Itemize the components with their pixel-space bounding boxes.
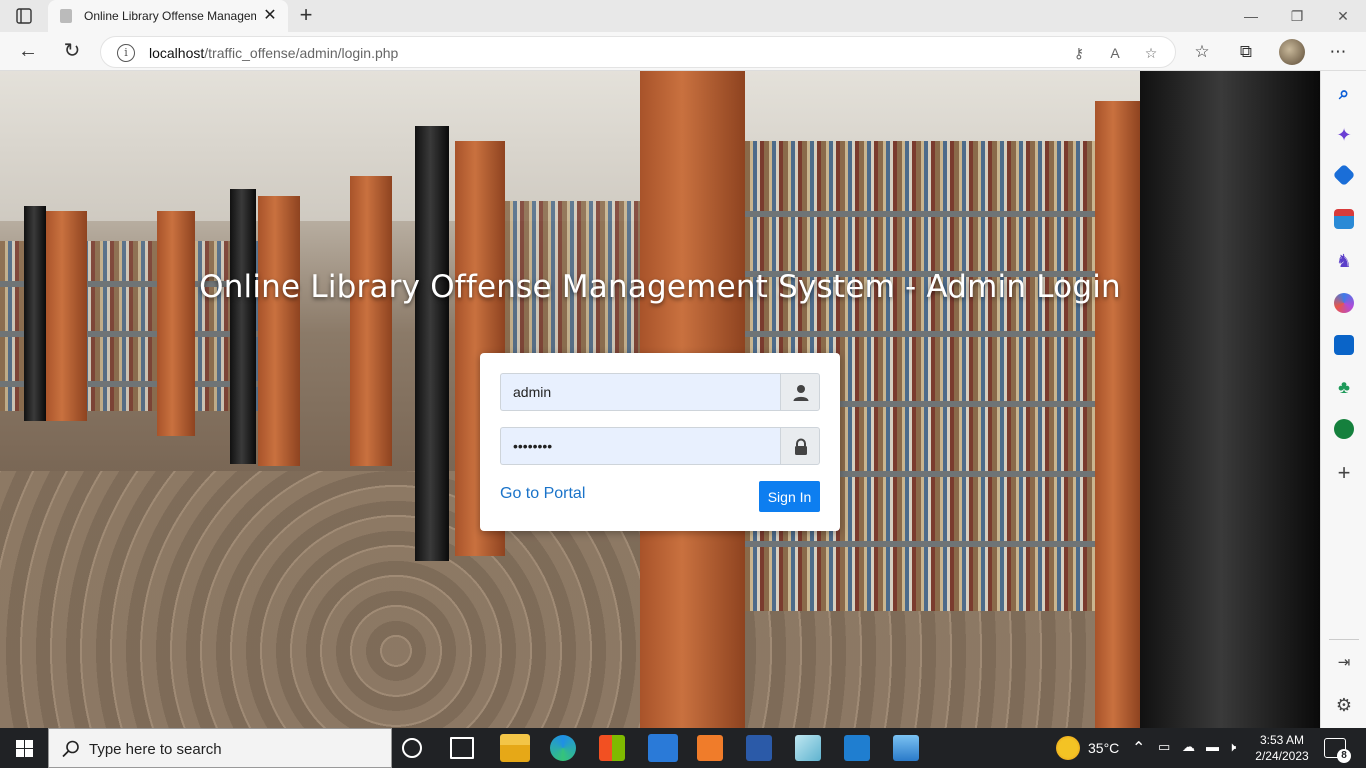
temperature-text[interactable]: 35°C [1088, 740, 1119, 768]
clock-date: 2/24/2023 [1255, 749, 1309, 763]
new-tab-icon[interactable]: + [294, 4, 318, 28]
outlook-icon[interactable] [1334, 335, 1354, 355]
go-to-portal-link[interactable]: Go to Portal [500, 485, 585, 503]
clock-time: 3:53 AM [1259, 733, 1305, 747]
site-info-icon[interactable]: i [117, 44, 135, 62]
notification-count: 8 [1337, 749, 1351, 763]
search-icon [62, 740, 79, 758]
copilot-icon[interactable]: ✦ [1332, 123, 1356, 147]
taskbar-search-box[interactable]: Type here to search [48, 728, 392, 768]
minimize-icon[interactable]: — [1228, 0, 1274, 32]
battery-icon[interactable]: ▬ [1206, 739, 1219, 768]
login-card: Go to Portal Sign In [480, 353, 840, 531]
password-input[interactable] [500, 427, 781, 465]
tab-actions-icon[interactable] [10, 6, 38, 26]
page-viewport: Online Library Offense Management System… [0, 71, 1320, 728]
favorites-icon[interactable]: ☆ [1188, 38, 1216, 66]
window-close-icon[interactable]: ✕ [1320, 0, 1366, 32]
microsoft-365-icon[interactable] [1334, 293, 1354, 313]
read-aloud-icon[interactable]: A [1105, 43, 1125, 63]
profile-avatar[interactable] [1279, 39, 1305, 65]
address-bar[interactable]: i localhost/traffic_offense/admin/login.… [100, 36, 1176, 68]
username-addon [780, 373, 820, 411]
user-icon [793, 385, 809, 401]
more-options-icon[interactable]: ⋯ [1324, 38, 1352, 66]
chevron-up-icon[interactable]: ⌃ [1132, 738, 1145, 768]
notifications-icon[interactable]: 8 [1324, 738, 1351, 763]
tab-strip: Online Library Offense Managem ✕ + — ❐ ✕ [0, 0, 1366, 32]
tab-close-icon[interactable]: ✕ [260, 6, 280, 26]
weather-sun-icon[interactable] [1056, 736, 1080, 760]
back-icon[interactable]: ← [14, 38, 42, 66]
cortana-icon[interactable] [402, 738, 422, 758]
settings-gear-icon[interactable]: ⚙ [1332, 693, 1356, 717]
tools-icon[interactable] [1334, 209, 1354, 229]
photos-icon[interactable] [893, 735, 919, 761]
lock-icon [795, 438, 807, 455]
address-url[interactable]: localhost/traffic_offense/admin/login.ph… [149, 45, 398, 61]
xampp-icon[interactable] [697, 735, 723, 761]
file-explorer-icon[interactable] [500, 734, 530, 762]
page-title: Online Library Offense Management System… [199, 269, 1121, 305]
browser-tab[interactable]: Online Library Offense Managem ✕ [48, 0, 288, 32]
username-input[interactable] [500, 373, 781, 411]
password-addon [780, 427, 820, 465]
refresh-icon[interactable]: ↻ [58, 38, 86, 66]
sign-in-button[interactable]: Sign In [759, 481, 820, 512]
shopping-icon[interactable] [1332, 163, 1356, 187]
search-icon[interactable]: ⌕ [1332, 81, 1356, 105]
add-favorite-icon[interactable]: ☆ [1141, 43, 1161, 63]
word-icon[interactable] [746, 735, 772, 761]
games-icon[interactable]: ♞ [1332, 249, 1356, 273]
vscode-icon[interactable] [844, 735, 870, 761]
add-icon[interactable]: + [1332, 461, 1356, 485]
key-icon[interactable]: ⚷ [1069, 43, 1089, 63]
volume-muted-icon[interactable]: 🕨 [1228, 739, 1236, 768]
restore-icon[interactable]: ❐ [1274, 0, 1320, 32]
windows-taskbar: Type here to search 35°C ⌃ ▭ ☁ ▬ 🕨 3:53 … [0, 728, 1366, 768]
username-field-group [500, 373, 820, 411]
sticky-app-icon[interactable] [795, 735, 821, 761]
network-cloud-icon[interactable]: ☁ [1182, 739, 1195, 768]
windows-start-icon[interactable] [0, 728, 48, 768]
sidebar-divider [1329, 639, 1359, 640]
search-placeholder: Type here to search [89, 741, 222, 758]
task-view-icon[interactable] [450, 737, 474, 759]
navigation-bar: ← ↻ i localhost/traffic_offense/admin/lo… [0, 32, 1366, 71]
tree-icon[interactable]: ♣ [1332, 375, 1356, 399]
collections-icon[interactable]: ⧉ [1232, 38, 1260, 66]
taskbar-clock[interactable]: 3:53 AM 2/24/2023 [1248, 732, 1316, 764]
hide-sidebar-icon[interactable]: ⇥ [1332, 651, 1356, 675]
page-favicon-icon [60, 9, 72, 23]
store-icon[interactable] [599, 735, 625, 761]
skype-icon[interactable] [1334, 419, 1354, 439]
tab-title: Online Library Offense Managem [84, 9, 256, 23]
device-icon[interactable]: ▭ [1158, 739, 1170, 768]
mail-icon[interactable] [648, 734, 678, 762]
edge-sidebar: ⌕ ✦ ♞ ♣ + ⇥ ⚙ [1320, 71, 1366, 728]
edge-icon[interactable] [550, 735, 576, 761]
password-field-group [500, 427, 820, 465]
